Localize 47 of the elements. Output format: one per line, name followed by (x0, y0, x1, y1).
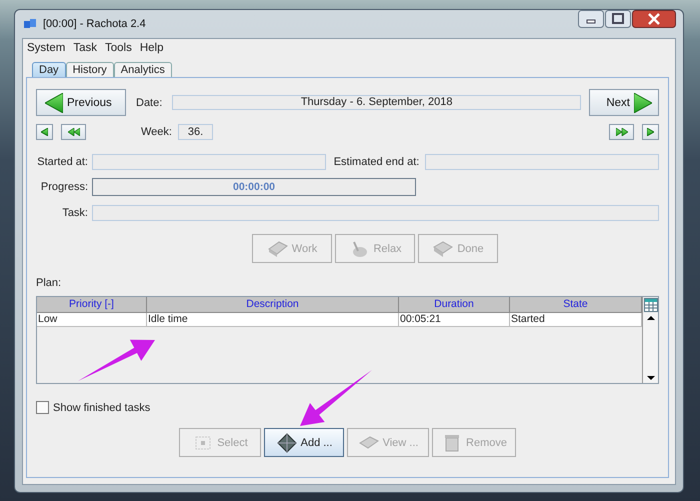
scrollbar[interactable] (643, 313, 658, 383)
week-label: Week: (141, 126, 172, 138)
next-button[interactable]: Next (589, 89, 659, 116)
table-cell: Low (37, 313, 147, 327)
add-button[interactable]: Add ... (264, 428, 344, 457)
right-arrow-icon (647, 128, 654, 136)
plan-label: Plan: (36, 277, 62, 289)
double-left-arrow-icon (68, 128, 80, 136)
menu-item[interactable]: Tools (105, 42, 132, 54)
maximize-icon (605, 10, 631, 28)
table-icon (643, 297, 659, 313)
previous-day-button[interactable] (36, 124, 53, 140)
estimated-end-label: Estimated end at: (334, 156, 420, 168)
double-right-arrow-icon (616, 128, 628, 136)
tab[interactable]: Analytics (114, 62, 172, 77)
tab[interactable]: Day (32, 62, 66, 77)
menu-item[interactable]: System (27, 42, 66, 54)
left-arrow-icon (45, 92, 63, 112)
diamond-icon (276, 432, 298, 452)
next-day-button[interactable] (642, 124, 659, 140)
book-icon (432, 238, 454, 258)
task-label: Task: (61, 207, 88, 219)
menu-item[interactable]: Task (73, 42, 97, 54)
tab[interactable]: History (66, 62, 114, 77)
table-cell: Idle time (147, 313, 399, 327)
right-arrow-icon (634, 92, 652, 112)
week-field: 36. (178, 124, 213, 140)
table-cell: 00:05:21 (399, 313, 510, 327)
progress-bar: 00:00:00 (92, 178, 416, 196)
table-cell: Started (510, 313, 642, 327)
window-title: [00:00] - Rachota 2.4 (43, 18, 146, 30)
date-label: Date: (136, 96, 162, 108)
checkbox[interactable] (36, 401, 49, 414)
app-icon (23, 18, 37, 30)
show-finished-label: Show finished tasks (53, 402, 150, 414)
close-icon (632, 10, 676, 28)
progress-label: Progress: (40, 181, 88, 193)
date-field: Thursday - 6. September, 2018 (172, 95, 581, 110)
book-icon (266, 238, 289, 258)
started-at-label: Started at: (36, 156, 88, 168)
annotation-arrow (300, 370, 372, 426)
previous-button[interactable]: Previous (36, 89, 126, 116)
left-arrow-icon (41, 128, 48, 136)
menu-item[interactable]: Help (140, 42, 164, 54)
next-week-button[interactable] (609, 124, 634, 140)
previous-week-button[interactable] (61, 124, 86, 140)
minimize-icon (578, 10, 604, 28)
